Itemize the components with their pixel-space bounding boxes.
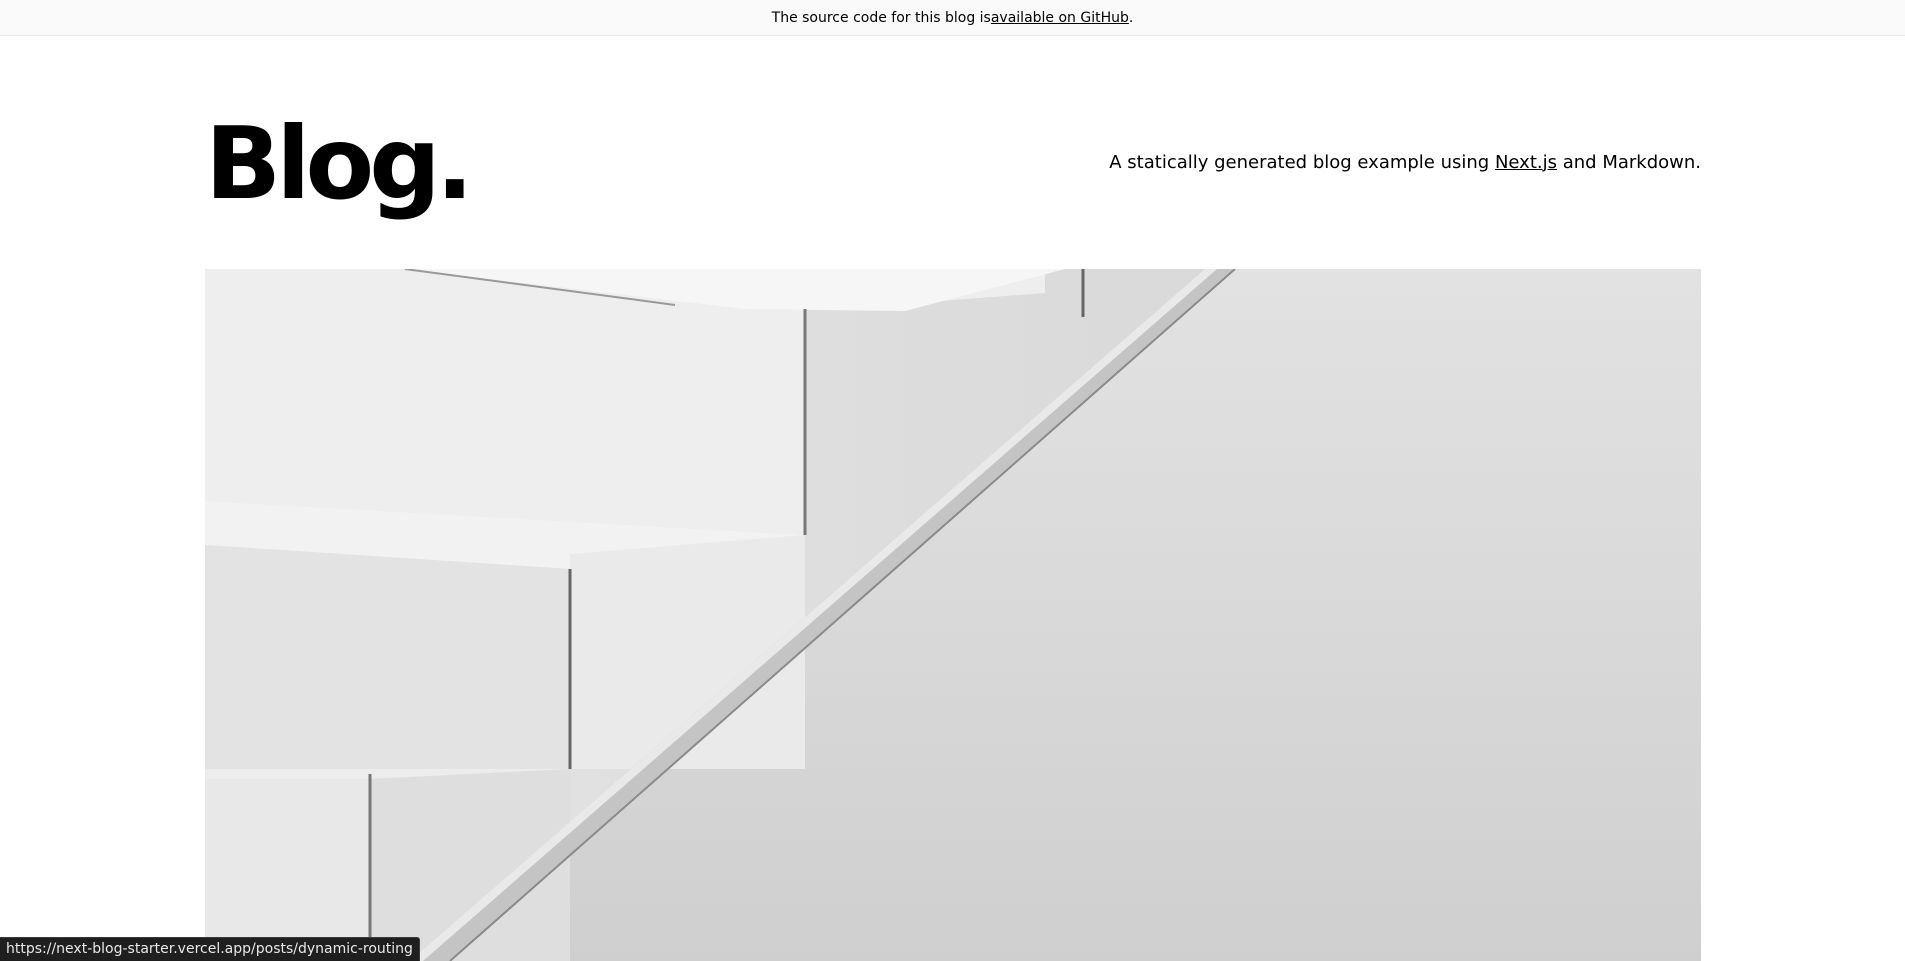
staircase-image <box>205 269 1701 961</box>
banner-text: The source code for this blog is <box>771 9 991 26</box>
source-code-banner: The source code for this blog is availab… <box>0 0 1905 36</box>
github-link[interactable]: available on GitHub <box>991 10 1129 26</box>
nextjs-link[interactable]: Next.js <box>1495 152 1557 173</box>
tagline-text-end: and Markdown. <box>1562 151 1701 173</box>
tagline-text: A statically generated blog example usin… <box>1109 151 1495 173</box>
banner-text-end: . <box>1128 9 1134 26</box>
hero-cover-image[interactable] <box>205 269 1701 961</box>
intro-tagline: A statically generated blog example usin… <box>1109 152 1701 173</box>
page-title: Blog. <box>205 105 474 222</box>
link-hover-status: https://next-blog-starter.vercel.app/pos… <box>0 937 420 961</box>
page-header: Blog. A statically generated blog exampl… <box>205 100 1701 240</box>
